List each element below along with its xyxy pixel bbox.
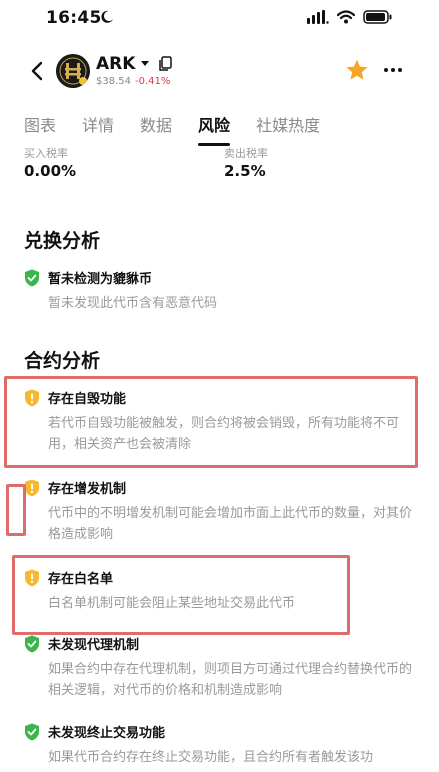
status-icons: [307, 10, 393, 24]
tab-social[interactable]: 社媒热度: [256, 112, 320, 146]
shield-warning-icon: [25, 479, 39, 496]
wifi-icon: [337, 10, 355, 24]
contract-item-pause: 未发现终止交易功能 如果代币合约存在终止交易功能，且合约所有者触发该功: [24, 722, 414, 768]
shield-check-icon: [25, 269, 39, 286]
shield-check-icon: [25, 635, 39, 652]
shield-check-icon: [25, 723, 39, 740]
buy-tax-value: 0.00%: [24, 162, 77, 180]
token-price: $38.54: [96, 76, 131, 87]
signal-icon: [307, 10, 329, 24]
sell-tax-value: 2.5%: [224, 162, 266, 180]
item-description: 暂未发现此代币含有恶意代码: [48, 296, 218, 311]
status-bar: 16:45: [0, 0, 439, 36]
tab-details[interactable]: 详情: [82, 112, 114, 146]
contract-analysis-title: 合约分析: [24, 350, 101, 372]
token-header: ARK $38.54 -0.41%: [0, 48, 439, 96]
sell-tax-label: 卖出税率: [224, 147, 268, 160]
swap-item-honeypot: 暂未检测为貔貅币 暂未发现此代币含有恶意代码: [24, 268, 414, 314]
buy-tax-label: 买入税率: [24, 147, 68, 160]
price-line: $38.54 -0.41%: [96, 76, 170, 87]
contract-item-mint: 存在增发机制 代币中的不明增发机制可能会增加市面上此代币的数量，对其价格造成影响: [24, 478, 414, 545]
item-description: 代币中的不明增发机制可能会增加市面上此代币的数量，对其价格造成影响: [48, 506, 413, 542]
copy-icon[interactable]: [158, 56, 172, 72]
highlight-box-whitelist: [12, 555, 350, 635]
tab-risk[interactable]: 风险: [198, 112, 231, 146]
item-title: 暂未检测为貔貅币: [48, 272, 153, 287]
item-title: 存在增发机制: [48, 482, 127, 497]
token-change: -0.41%: [135, 76, 171, 87]
item-title: 未发现终止交易功能: [48, 726, 166, 741]
tab-bar: 图表 详情 数据 风险 社媒热度: [24, 112, 346, 146]
highlight-box-self-destruct: [4, 376, 418, 468]
status-time: 16:45: [46, 8, 102, 28]
item-description: 如果代币合约存在终止交易功能，且合约所有者触发该功: [48, 750, 374, 765]
favorite-star-icon[interactable]: [345, 58, 369, 82]
swap-analysis-title: 兑换分析: [24, 230, 101, 252]
token-logo: [56, 54, 90, 88]
back-arrow-icon[interactable]: [28, 60, 48, 82]
tab-chart[interactable]: 图表: [24, 112, 56, 146]
moon-icon: [101, 10, 113, 23]
item-description: 如果合约中存在代理机制，则项目方可通过代理合约替换代币的相关逻辑，对代币的价格和…: [48, 662, 413, 698]
caret-down-icon[interactable]: [140, 60, 150, 68]
item-title: 未发现代理机制: [48, 638, 140, 653]
token-name: ARK: [96, 54, 136, 74]
battery-icon: [363, 10, 392, 24]
tab-data[interactable]: 数据: [140, 112, 172, 146]
more-options-icon[interactable]: [383, 60, 403, 80]
highlight-box-mint: [6, 484, 26, 536]
contract-item-proxy: 未发现代理机制 如果合约中存在代理机制，则项目方可通过代理合约替换代币的相关逻辑…: [24, 634, 414, 701]
